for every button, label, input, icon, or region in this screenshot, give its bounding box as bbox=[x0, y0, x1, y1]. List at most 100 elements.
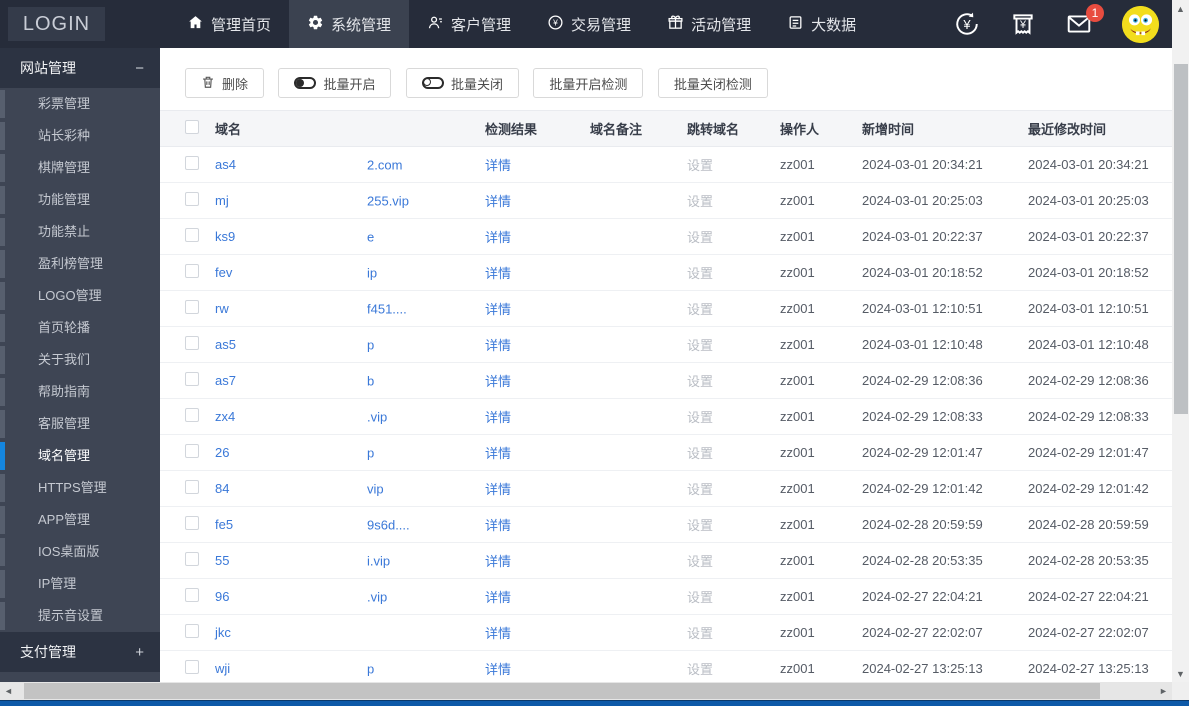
batch-enable-check-button[interactable]: 批量开启检测 bbox=[533, 68, 643, 98]
nav-item-trade[interactable]: ¥ 交易管理 bbox=[529, 0, 649, 48]
row-checkbox[interactable] bbox=[185, 408, 199, 422]
redirect-set-link[interactable]: 设置 bbox=[687, 263, 780, 282]
row-checkbox[interactable] bbox=[185, 588, 199, 602]
redirect-set-link[interactable]: 设置 bbox=[687, 587, 780, 606]
batch-disable-button[interactable]: 批量关闭 bbox=[406, 68, 519, 98]
sidebar-item[interactable]: 首页轮播 bbox=[0, 312, 160, 344]
redirect-set-link[interactable]: 设置 bbox=[687, 227, 780, 246]
horizontal-scrollbar[interactable]: ◄ ► bbox=[0, 682, 1189, 700]
sidebar-item[interactable]: IP管理 bbox=[0, 568, 160, 600]
vertical-scrollbar-thumb[interactable] bbox=[1174, 64, 1188, 414]
batch-enable-button[interactable]: 批量开启 bbox=[278, 68, 391, 98]
domain-cell[interactable]: as5 p bbox=[215, 327, 485, 362]
sidebar-item[interactable]: 客服管理 bbox=[0, 408, 160, 440]
redirect-set-link[interactable]: 设置 bbox=[687, 515, 780, 534]
sidebar-section-website[interactable]: 网站管理 − bbox=[0, 48, 160, 88]
row-checkbox[interactable] bbox=[185, 660, 199, 674]
scroll-right-arrow[interactable]: ► bbox=[1155, 682, 1172, 700]
sidebar-item[interactable]: HTTPS管理 bbox=[0, 472, 160, 504]
refund-yen-icon[interactable]: ¥ bbox=[954, 11, 980, 37]
redirect-set-link[interactable]: 设置 bbox=[687, 191, 780, 210]
scroll-up-arrow[interactable]: ▲ bbox=[1172, 0, 1189, 17]
receipt-yen-icon[interactable]: ¥ bbox=[1010, 11, 1036, 37]
row-checkbox[interactable] bbox=[185, 264, 199, 278]
redirect-set-link[interactable]: 设置 bbox=[687, 551, 780, 570]
domain-cell[interactable]: fev ip bbox=[215, 255, 485, 290]
row-checkbox[interactable] bbox=[185, 228, 199, 242]
redirect-set-link[interactable]: 设置 bbox=[687, 623, 780, 642]
detail-link[interactable]: 详情 bbox=[485, 230, 511, 245]
domain-cell[interactable]: wji p bbox=[215, 651, 485, 682]
row-checkbox[interactable] bbox=[185, 192, 199, 206]
domain-cell[interactable]: mj 255.vip bbox=[215, 183, 485, 218]
detail-link[interactable]: 详情 bbox=[485, 194, 511, 209]
sidebar-item[interactable]: 提示音设置 bbox=[0, 600, 160, 632]
domain-cell[interactable]: rw f451.... bbox=[215, 291, 485, 326]
sidebar-item[interactable]: APP管理 bbox=[0, 504, 160, 536]
detail-link[interactable]: 详情 bbox=[485, 518, 511, 533]
row-checkbox[interactable] bbox=[185, 552, 199, 566]
row-checkbox[interactable] bbox=[185, 444, 199, 458]
redirect-set-link[interactable]: 设置 bbox=[687, 479, 780, 498]
batch-disable-check-button[interactable]: 批量关闭检测 bbox=[658, 68, 768, 98]
sidebar-item[interactable]: 盈利榜管理 bbox=[0, 248, 160, 280]
sidebar-item[interactable]: IOS桌面版 bbox=[0, 536, 160, 568]
scroll-left-arrow[interactable]: ◄ bbox=[0, 682, 17, 700]
detail-link[interactable]: 详情 bbox=[485, 338, 511, 353]
sidebar-item[interactable]: 帮助指南 bbox=[0, 376, 160, 408]
redirect-set-link[interactable]: 设置 bbox=[687, 371, 780, 390]
nav-item-system[interactable]: 系统管理 bbox=[289, 0, 409, 48]
nav-item-home[interactable]: 管理首页 bbox=[169, 0, 289, 48]
detail-link[interactable]: 详情 bbox=[485, 266, 511, 281]
sidebar-item[interactable]: 站长彩种 bbox=[0, 120, 160, 152]
sidebar-item[interactable]: 功能管理 bbox=[0, 184, 160, 216]
avatar[interactable] bbox=[1122, 6, 1159, 43]
row-checkbox[interactable] bbox=[185, 516, 199, 530]
select-all-checkbox[interactable] bbox=[185, 120, 199, 134]
detail-link[interactable]: 详情 bbox=[485, 482, 511, 497]
domain-cell[interactable]: fe5 9s6d.... bbox=[215, 507, 485, 542]
redirect-set-link[interactable]: 设置 bbox=[687, 299, 780, 318]
detail-link[interactable]: 详情 bbox=[485, 410, 511, 425]
row-checkbox[interactable] bbox=[185, 336, 199, 350]
detail-link[interactable]: 详情 bbox=[485, 158, 511, 173]
nav-item-activity[interactable]: 活动管理 bbox=[649, 0, 769, 48]
row-checkbox[interactable] bbox=[185, 300, 199, 314]
nav-item-bigdata[interactable]: 大数据 bbox=[769, 0, 874, 48]
domain-cell[interactable]: jkc bbox=[215, 615, 485, 650]
domain-cell[interactable]: 84 vip bbox=[215, 471, 485, 506]
row-checkbox[interactable] bbox=[185, 372, 199, 386]
horizontal-scrollbar-thumb[interactable] bbox=[24, 683, 1100, 699]
message-icon[interactable]: 1 bbox=[1066, 11, 1092, 37]
vertical-scrollbar[interactable]: ▲ ▼ bbox=[1172, 0, 1189, 682]
domain-cell[interactable]: ks9 e bbox=[215, 219, 485, 254]
redirect-set-link[interactable]: 设置 bbox=[687, 407, 780, 426]
detail-link[interactable]: 详情 bbox=[485, 626, 511, 641]
detail-link[interactable]: 详情 bbox=[485, 590, 511, 605]
row-checkbox[interactable] bbox=[185, 624, 199, 638]
scroll-down-arrow[interactable]: ▼ bbox=[1172, 665, 1189, 682]
detail-link[interactable]: 详情 bbox=[485, 554, 511, 569]
redirect-set-link[interactable]: 设置 bbox=[687, 443, 780, 462]
delete-button[interactable]: 删除 bbox=[185, 68, 264, 98]
detail-link[interactable]: 详情 bbox=[485, 662, 511, 677]
detail-link[interactable]: 详情 bbox=[485, 446, 511, 461]
sidebar-item[interactable]: 棋牌管理 bbox=[0, 152, 160, 184]
redirect-set-link[interactable]: 设置 bbox=[687, 155, 780, 174]
detail-link[interactable]: 详情 bbox=[485, 302, 511, 317]
sidebar-item[interactable]: LOGO管理 bbox=[0, 280, 160, 312]
sidebar-item[interactable]: 关于我们 bbox=[0, 344, 160, 376]
sidebar-item-domain-management[interactable]: 域名管理 bbox=[0, 440, 160, 472]
row-checkbox[interactable] bbox=[185, 156, 199, 170]
sidebar-item[interactable]: 彩票管理 bbox=[0, 88, 160, 120]
sidebar-item[interactable]: 功能禁止 bbox=[0, 216, 160, 248]
sidebar-section-payment[interactable]: 支付管理 + bbox=[0, 632, 160, 672]
domain-cell[interactable]: 55 i.vip bbox=[215, 543, 485, 578]
domain-cell[interactable]: 96 .vip bbox=[215, 579, 485, 614]
row-checkbox[interactable] bbox=[185, 480, 199, 494]
domain-cell[interactable]: zx4 .vip bbox=[215, 399, 485, 434]
redirect-set-link[interactable]: 设置 bbox=[687, 335, 780, 354]
nav-item-customer[interactable]: 客户管理 bbox=[409, 0, 529, 48]
detail-link[interactable]: 详情 bbox=[485, 374, 511, 389]
domain-cell[interactable]: as7 b bbox=[215, 363, 485, 398]
